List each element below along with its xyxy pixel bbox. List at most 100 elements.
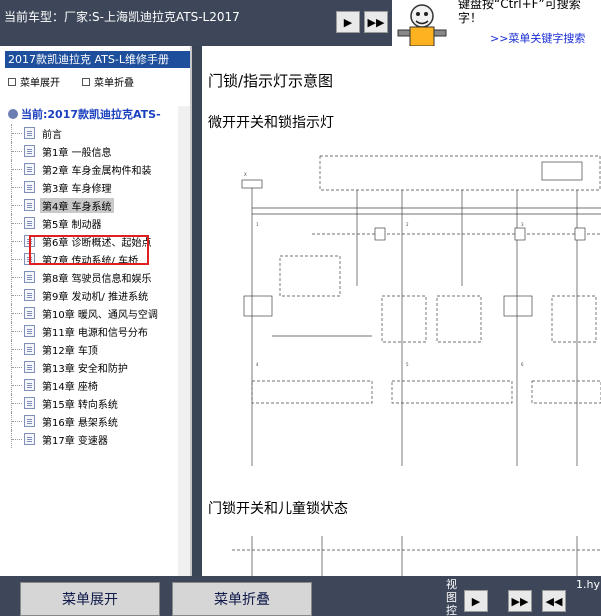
file-name: 1.hy [576, 578, 600, 591]
document-icon [24, 271, 35, 283]
document-icon [24, 415, 35, 427]
view-control-label: 视图控 [446, 578, 457, 616]
toc-item[interactable]: 第9章 发动机/ 推进系统 [8, 286, 184, 304]
search-hint-panel: 键盘按“Ctrl+F”可搜索 字！ >>菜单关键字搜索 [392, 0, 601, 46]
toc-item[interactable]: 第14章 座椅 [8, 376, 184, 394]
document-icon [24, 379, 35, 391]
app-window: 当前车型：厂家:S-上海凯迪拉克ATS-L2017 ▶ ▶▶ 键盘按“Ctrl+… [0, 0, 601, 616]
toc-item[interactable]: 第5章 制动器 [8, 214, 184, 232]
tree-connector [11, 304, 23, 322]
svg-text:3: 3 [521, 222, 524, 227]
toc-item[interactable]: 第15章 转向系统 [8, 394, 184, 412]
toc-item[interactable]: 第12章 车顶 [8, 340, 184, 358]
next-page-button-bottom[interactable]: ▶ [464, 590, 488, 612]
toc-item-label: 第15章 转向系统 [42, 400, 118, 411]
svg-text:2: 2 [406, 222, 409, 227]
tree-connector [11, 250, 23, 268]
content-pane: 门锁/指示灯示意图 微开开关和锁指示灯 X 1 2 3 4 5 6 门锁开关和儿… [202, 46, 601, 576]
selection-highlight-box [29, 235, 149, 265]
toc-item[interactable]: 第3章 车身修理 [8, 178, 184, 196]
hint-text: 键盘按“Ctrl+F”可搜索 字！ [458, 0, 581, 25]
toc-tree: 前言第1章 一般信息第2章 车身金属构件和装 第3章 车身修理第4章 车身系统第5… [8, 124, 184, 448]
keyword-search-link[interactable]: >>菜单关键字搜索 [490, 30, 585, 46]
section-heading-2: 门锁开关和儿童锁状态 [208, 501, 348, 517]
svg-text:4: 4 [256, 362, 259, 367]
toc-item[interactable]: 第2章 车身金属构件和装 [8, 160, 184, 178]
tree-connector [11, 430, 23, 448]
tree-connector [11, 214, 23, 232]
menu-collapse-link[interactable]: 菜单折叠 [82, 74, 134, 89]
tree-connector [11, 178, 23, 196]
document-icon [24, 181, 35, 193]
tree-connector [11, 340, 23, 358]
tree-connector [11, 124, 23, 142]
document-icon [24, 289, 35, 301]
sidebar-scrollbar[interactable] [178, 106, 190, 576]
menu-collapse-button[interactable]: 菜单折叠 [172, 582, 312, 616]
toc-item-label: 第2章 车身金属构件和装 [42, 166, 152, 177]
toc-item[interactable]: 第10章 暖风、通风与空调 [8, 304, 184, 322]
svg-text:1: 1 [256, 222, 259, 227]
tree-connector [11, 196, 23, 214]
toc-item-label: 第10章 暖风、通风与空调 [42, 310, 158, 321]
document-icon [24, 145, 35, 157]
mascot-icon [397, 4, 447, 46]
document-icon [24, 163, 35, 175]
last-page-button[interactable]: ▶▶ [364, 11, 388, 33]
menu-expand-button[interactable]: 菜单展开 [20, 582, 160, 616]
toc-item-label: 前言 [42, 130, 62, 141]
toc-item-label: 第8章 驾驶员信息和娱乐 [42, 274, 152, 285]
toc-item-label: 第17章 变速器 [42, 436, 108, 447]
toc-item[interactable]: 第1章 一般信息 [8, 142, 184, 160]
toc-item-label: 第1章 一般信息 [42, 148, 112, 159]
toc-item[interactable]: 前言 [8, 124, 184, 142]
sidebar: 2017款凯迪拉克 ATS-L维修手册 菜单展开 菜单折叠 当前:2017款凯迪… [0, 46, 192, 576]
book-node-icon [8, 109, 18, 119]
toc-item-label: 第3章 车身修理 [42, 184, 112, 195]
expand-icon [8, 77, 16, 86]
current-book-node[interactable]: 当前:2017款凯迪拉克ATS- [8, 106, 161, 122]
document-icon [24, 307, 35, 319]
wiring-diagram-2 [232, 536, 601, 576]
last-page-button-bottom[interactable]: ▶▶ [508, 590, 532, 612]
document-icon [24, 325, 35, 337]
collapse-icon [82, 77, 90, 86]
svg-text:X: X [244, 172, 247, 177]
document-icon [24, 199, 35, 211]
vehicle-title: 当前车型：厂家:S-上海凯迪拉克ATS-L2017 [4, 10, 240, 24]
section-heading: 微开开关和锁指示灯 [208, 115, 334, 131]
next-page-button[interactable]: ▶ [336, 11, 360, 33]
toc-item[interactable]: 第8章 驾驶员信息和娱乐 [8, 268, 184, 286]
toc-item-label: 第4章 车身系统 [40, 198, 114, 213]
toc-item[interactable]: 第11章 电源和信号分布 [8, 322, 184, 340]
toc-item[interactable]: 第13章 安全和防护 [8, 358, 184, 376]
toc-item-label: 第9章 发动机/ 推进系统 [42, 292, 149, 303]
book-title[interactable]: 2017款凯迪拉克 ATS-L维修手册 [5, 51, 190, 68]
page-title: 门锁/指示灯示意图 [208, 72, 334, 90]
document-icon [24, 397, 35, 409]
svg-text:5: 5 [406, 362, 409, 367]
toc-item[interactable]: 第17章 变速器 [8, 430, 184, 448]
toc-item-label: 第12章 车顶 [42, 346, 98, 357]
menu-expand-link[interactable]: 菜单展开 [8, 74, 60, 89]
top-bar: 当前车型：厂家:S-上海凯迪拉克ATS-L2017 ▶ ▶▶ 键盘按“Ctrl+… [0, 0, 601, 46]
tree-connector [11, 322, 23, 340]
toc-item[interactable]: 第16章 悬架系统 [8, 412, 184, 430]
tree-connector [11, 160, 23, 178]
document-icon [24, 217, 35, 229]
menu-collapse-label: 菜单折叠 [94, 78, 134, 89]
tree-connector [11, 412, 23, 430]
tree-connector [11, 142, 23, 160]
current-book-label: 当前:2017款凯迪拉克ATS- [21, 108, 161, 121]
document-icon [24, 127, 35, 139]
toc-item-label: 第11章 电源和信号分布 [42, 328, 148, 339]
tree-connector [11, 376, 23, 394]
tree-connector [11, 232, 23, 250]
rewind-button[interactable]: ◀◀ [542, 590, 566, 612]
tree-connector [11, 358, 23, 376]
toc-item[interactable]: 第4章 车身系统 [8, 196, 184, 214]
document-icon [24, 433, 35, 445]
toc-item-label: 第5章 制动器 [42, 220, 102, 231]
tree-connector [11, 394, 23, 412]
toc-item-label: 第13章 安全和防护 [42, 364, 128, 375]
